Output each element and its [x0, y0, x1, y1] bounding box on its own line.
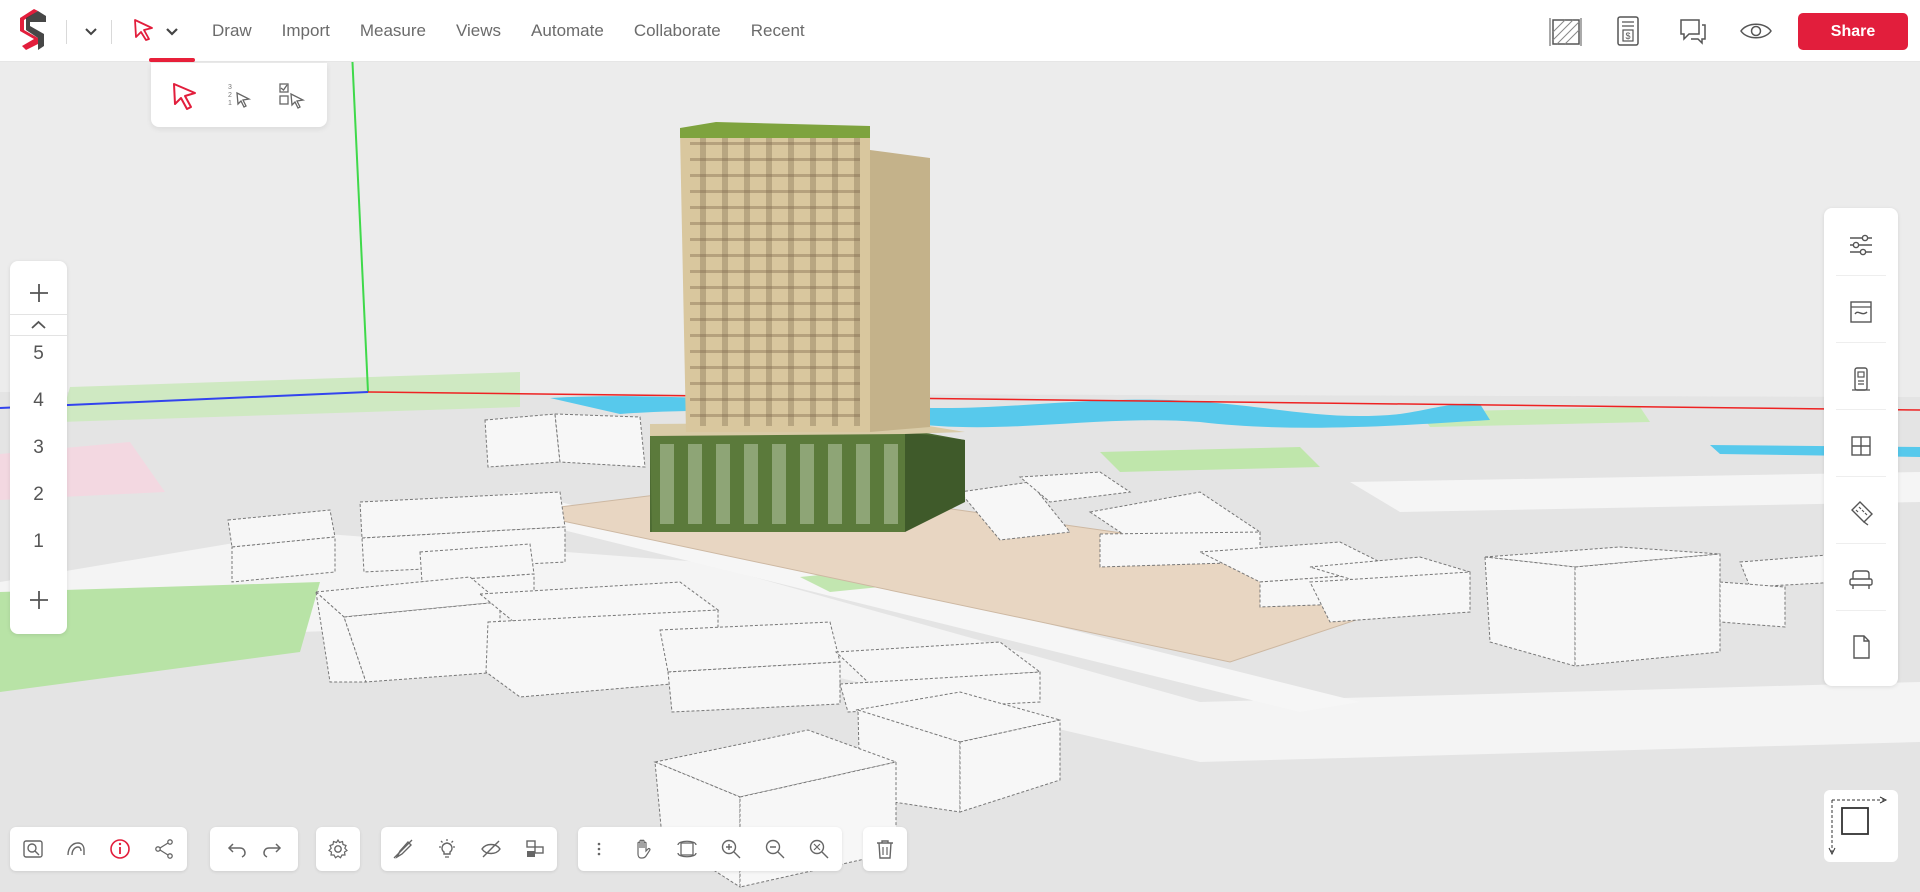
main-menu: Draw Import Measure Views Automate Colla… [212, 0, 820, 62]
zoom-fit-icon[interactable] [21, 837, 45, 861]
separator [1836, 275, 1886, 276]
separator [1836, 342, 1886, 343]
document-icon[interactable] [1846, 632, 1876, 662]
settings-gear-icon[interactable] [326, 837, 350, 861]
level-item[interactable]: 4 [10, 390, 67, 412]
info-icon[interactable] [108, 837, 132, 861]
separator [1836, 409, 1886, 410]
app-logo-icon[interactable] [16, 8, 50, 52]
orbit-icon[interactable] [675, 837, 699, 861]
zoom-out-icon[interactable] [763, 837, 787, 861]
chevron-down-icon[interactable] [162, 21, 182, 41]
comments-icon[interactable] [1673, 12, 1711, 50]
scroll-levels-up[interactable] [10, 314, 67, 336]
building-icon[interactable] [1846, 364, 1876, 394]
separator [1836, 610, 1886, 611]
bottom-toolbar-group-history [210, 827, 298, 871]
view-cube-icon [1828, 796, 1888, 856]
view-cube[interactable] [1824, 790, 1898, 862]
chevron-up-icon [31, 320, 46, 329]
levels-panel: 5 4 3 2 1 [10, 261, 67, 634]
level-item[interactable]: 3 [10, 437, 67, 459]
delete-icon[interactable] [873, 837, 897, 861]
add-level-above-icon[interactable] [27, 281, 51, 305]
materials-icon[interactable] [1846, 297, 1876, 327]
menu-collaborate[interactable]: Collaborate [619, 0, 736, 62]
share-graph-icon[interactable] [152, 837, 176, 861]
separator [111, 20, 112, 44]
share-button[interactable]: Share [1798, 13, 1908, 50]
visibility-icon[interactable] [1737, 12, 1775, 50]
active-tool-indicator [149, 58, 195, 62]
zoom-in-icon[interactable] [719, 837, 743, 861]
furniture-icon[interactable] [1846, 565, 1876, 595]
separator [66, 20, 67, 44]
select-arrow-icon[interactable] [130, 16, 158, 44]
level-item[interactable]: 5 [10, 343, 67, 365]
add-level-below-icon[interactable] [27, 588, 51, 612]
sequential-select-icon[interactable]: 3 2 1 [222, 79, 256, 113]
bottom-toolbar-group-navigation [578, 827, 842, 871]
svg-text:3: 3 [228, 84, 232, 91]
right-tools-panel [1824, 208, 1898, 686]
menu-measure[interactable]: Measure [345, 0, 441, 62]
menu-draw[interactable]: Draw [212, 0, 267, 62]
settings-sliders-icon[interactable] [1846, 230, 1876, 260]
bottom-toolbar-group-delete [863, 827, 907, 871]
grid-icon[interactable] [1846, 431, 1876, 461]
menu-automate[interactable]: Automate [516, 0, 619, 62]
chevron-down-icon[interactable] [81, 21, 101, 41]
level-item[interactable]: 1 [10, 531, 67, 553]
select-arrow-icon[interactable] [168, 79, 202, 113]
light-bulb-icon[interactable] [435, 837, 459, 861]
3d-viewport[interactable] [0, 62, 1920, 892]
svg-text:1: 1 [228, 100, 232, 107]
zoom-window-icon[interactable] [807, 837, 831, 861]
undo-icon[interactable] [225, 837, 249, 861]
bottom-toolbar-group-settings [316, 827, 360, 871]
menu-import[interactable]: Import [267, 0, 345, 62]
separator [1836, 543, 1886, 544]
top-toolbar: Draw Import Measure Views Automate Colla… [0, 0, 1920, 62]
isolate-icon[interactable] [479, 837, 503, 861]
menu-views[interactable]: Views [441, 0, 516, 62]
separator [1836, 476, 1886, 477]
layers-icon[interactable] [523, 837, 547, 861]
hide-pen-icon[interactable] [391, 837, 415, 861]
svg-text:$: $ [1625, 31, 1630, 41]
pan-hand-icon[interactable] [631, 837, 655, 861]
tape-measure-icon[interactable] [1846, 498, 1876, 528]
scene-svg [0, 62, 1920, 892]
cost-sheet-icon[interactable]: $ [1609, 12, 1647, 50]
selection-tools-flyout: 3 2 1 [151, 63, 327, 127]
multi-select-icon[interactable] [274, 79, 308, 113]
level-item[interactable]: 2 [10, 484, 67, 506]
redo-icon[interactable] [260, 837, 284, 861]
svg-text:2: 2 [228, 92, 232, 99]
sun-study-icon[interactable] [64, 837, 88, 861]
bottom-toolbar-group-visibility [381, 827, 557, 871]
menu-recent[interactable]: Recent [736, 0, 820, 62]
bottom-toolbar-group-view [10, 827, 187, 871]
area-estimate-icon[interactable] [1547, 12, 1585, 50]
more-vertical-icon[interactable] [587, 837, 611, 861]
